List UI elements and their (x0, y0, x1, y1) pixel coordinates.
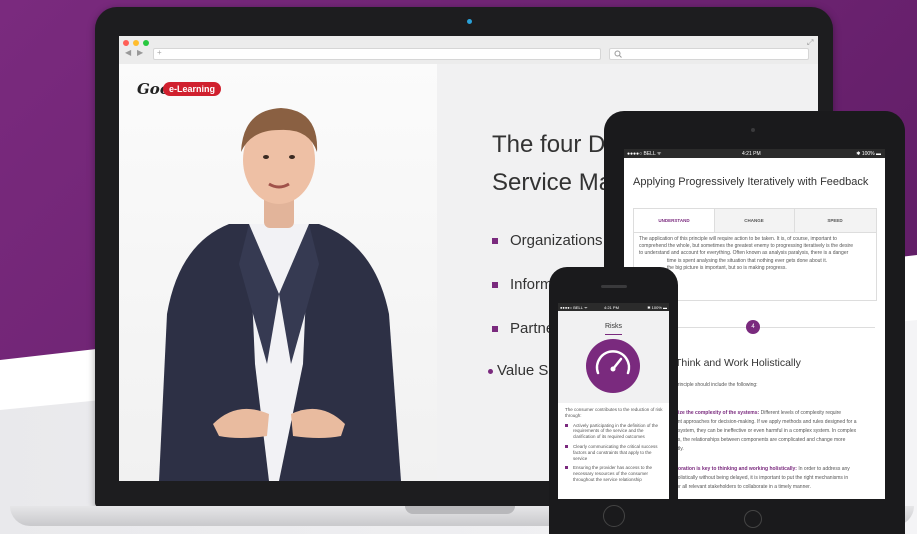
list-item: Ensuring the provider has access to the … (565, 465, 664, 482)
point-1-text: ntly. (675, 446, 684, 452)
panel-text-line: the big picture is important, but so is … (667, 264, 787, 271)
section-intro: principle should include the following: (675, 382, 758, 388)
point-2-text: for all relevant stakeholders to collabo… (675, 484, 811, 490)
point-1-heading: nize the complexity of the systems: (675, 410, 760, 416)
tab-understand[interactable]: UNDERSTAND (634, 209, 715, 232)
point-1-text: ns, the relationships between components… (675, 437, 846, 443)
phone-screen: ●●●●○ BELL ᯤ 4:21 PM ✱ 100% ▬ Risks The … (558, 303, 669, 499)
list-item-text: Clearly communicating the critical succe… (573, 443, 658, 461)
bullet-square-icon (492, 238, 498, 245)
list-item: Actively participating in the definition… (565, 423, 664, 440)
slide-bullet-text: Partne (510, 320, 555, 337)
bullet-square-icon (492, 282, 498, 289)
point-1-text: Different levels of complexity require (759, 410, 842, 416)
panel-text-line: time is spent analysing the situation th… (667, 257, 828, 264)
phone-status-bar: ●●●●○ BELL ᯤ 4:21 PM ✱ 100% ▬ (558, 303, 669, 311)
phone-content: The consumer contributes to the reductio… (565, 407, 664, 483)
slide-bullet: Organizations (492, 232, 603, 249)
point-2-text: holistically without being delayed, it i… (675, 475, 849, 481)
presenter-video[interactable]: Good e-Learning (119, 64, 437, 481)
status-time: 4:21 PM (604, 305, 619, 310)
phone-header-panel: Risks (558, 311, 669, 403)
window-close-button[interactable] (123, 40, 129, 46)
section-point-2: boration is key to thinking and working … (675, 465, 850, 492)
list-item-text: Ensuring the provider has access to the … (573, 465, 653, 482)
point-2-heading: boration is key to thinking and working … (675, 466, 797, 472)
slide-bullet-text: Organizations (510, 232, 603, 249)
browser-toolbar: ◀ ▶ + ⤢ (119, 36, 818, 65)
bullet-square-icon (565, 466, 568, 470)
panel-text-line: comprehend the whole, but sometimes the … (639, 243, 853, 250)
carrier-label: ●●●●○ BELL ᯤ (627, 151, 662, 157)
back-arrow-icon[interactable]: ◀ (125, 48, 131, 57)
phone-intro-text: The consumer contributes to the reductio… (565, 407, 663, 418)
slide-title: The four D Service Ma (492, 126, 612, 202)
fullscreen-icon[interactable]: ⤢ (807, 38, 813, 48)
slide-title-line-1: The four D (492, 131, 606, 158)
slide-bullet: Value S (488, 362, 548, 379)
phone-speaker (601, 285, 627, 288)
add-tab-icon[interactable]: + (157, 48, 162, 57)
title-underline (605, 334, 622, 335)
status-time: 4:21 PM (742, 151, 761, 157)
window-maximize-button[interactable] (143, 40, 149, 46)
slide-bullet: Partne (492, 320, 554, 337)
tablet-status-bar: ●●●●○ BELL ᯤ 4:21 PM ✱ 100% ▬ (624, 149, 885, 158)
step-number-badge[interactable]: 4 (746, 320, 760, 334)
tablet-camera (751, 128, 755, 132)
point-1-text: ent approaches for decision-making. If w… (675, 419, 857, 425)
search-icon (614, 50, 622, 58)
speedometer-icon (595, 350, 631, 375)
tablet-tab-bar: UNDERSTAND CHANGE SPEED (633, 208, 877, 233)
browser-search-field[interactable] (609, 48, 809, 60)
bullet-dot-icon (488, 368, 493, 374)
section-point-1: nize the complexity of the systems: Diff… (675, 409, 857, 454)
address-bar[interactable]: + (153, 48, 601, 60)
bullet-square-icon (492, 326, 498, 333)
laptop-notch (405, 506, 515, 514)
battery-indicator: ✱ 100% ▬ (856, 151, 881, 157)
phone-page-title: Risks (604, 323, 623, 330)
laptop-camera (467, 19, 472, 24)
point-2-text: In order to address any (796, 466, 850, 472)
bullet-square-icon (565, 444, 568, 448)
battery-indicator: ✱ 100% ▬ (647, 305, 667, 310)
phone-home-button[interactable] (603, 505, 625, 527)
forward-arrow-icon[interactable]: ▶ (137, 48, 143, 57)
bullet-square-icon (565, 423, 568, 427)
tab-speed[interactable]: SPEED (794, 209, 876, 232)
slide-bullet: Inform (492, 276, 553, 293)
slide-bullet-text: Value S (497, 362, 549, 379)
point-1-text: r system, they can be ineffective or eve… (675, 428, 857, 434)
list-item: Clearly communicating the critical succe… (565, 444, 664, 461)
tablet-home-button[interactable] (744, 510, 762, 528)
slide-bullet-text: Inform (510, 276, 553, 293)
list-item-text: Actively participating in the definition… (573, 422, 659, 440)
tab-change[interactable]: CHANGE (714, 209, 795, 232)
slide-title-line-2: Service Ma (492, 169, 613, 196)
panel-text-line: The application of this principle will r… (639, 236, 837, 242)
panel-text-line: to understand and account for everything… (639, 250, 849, 257)
window-minimize-button[interactable] (133, 40, 139, 46)
tablet-page-title: Applying Progressively Iteratively with … (633, 176, 869, 188)
section-title: Think and Work Holistically (675, 357, 801, 369)
gauge-badge (586, 339, 640, 393)
presenter-figure (159, 108, 401, 481)
